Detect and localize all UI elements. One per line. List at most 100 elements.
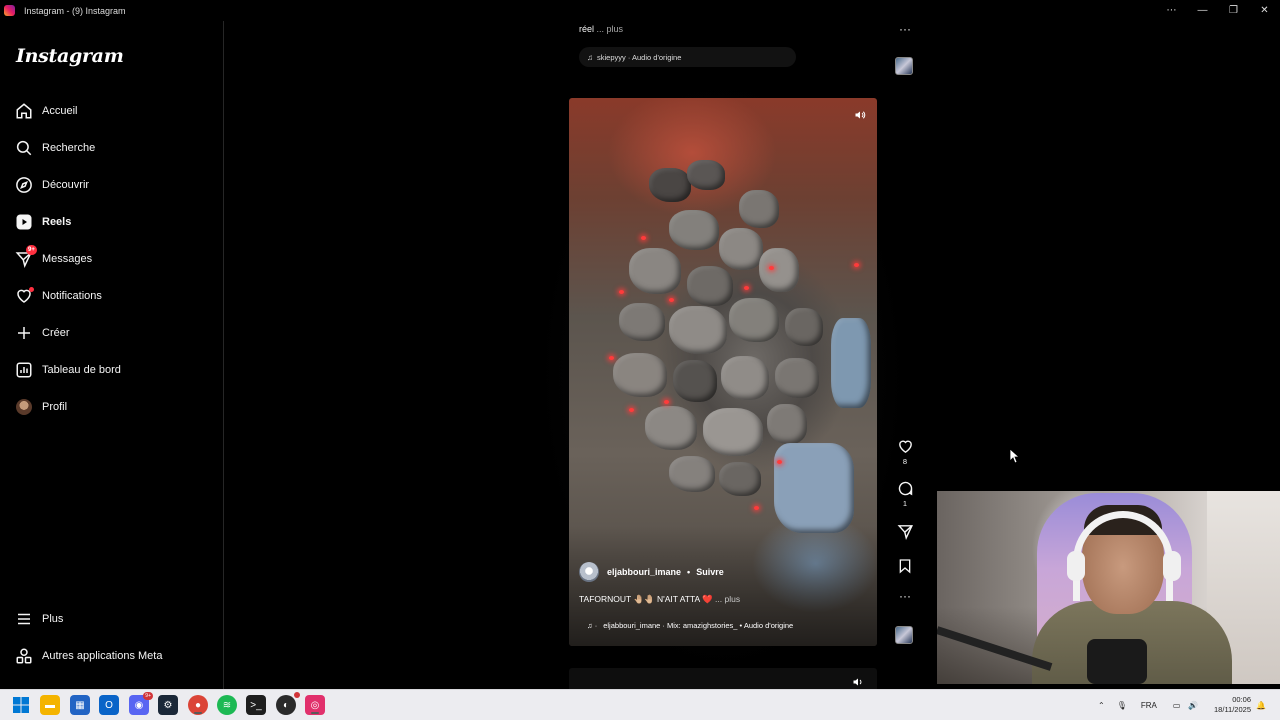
- sidebar-item-label: Recherche: [42, 142, 96, 154]
- window-titlebar: Instagram - (9) Instagram ⋯ — ❐ ✕: [0, 0, 1280, 21]
- volume-icon[interactable]: [851, 106, 869, 124]
- language-indicator[interactable]: FRA: [1141, 701, 1157, 710]
- speaker-icon[interactable]: 🔊: [1188, 701, 1198, 710]
- sidebar-item-label: Tableau de bord: [42, 364, 121, 376]
- previous-post-caption: réel ... plus: [579, 24, 623, 34]
- like-heart-icon[interactable]: [894, 435, 916, 457]
- terminal-icon[interactable]: >_: [246, 695, 266, 715]
- sidebar-item-accueil[interactable]: Accueil: [12, 95, 212, 127]
- tray-overflow-icon[interactable]: ⌃: [1098, 701, 1105, 710]
- sidebar-item-decouvrir[interactable]: Découvrir: [12, 169, 212, 201]
- messenger-icon: 9+: [12, 245, 37, 271]
- window-title: Instagram - (9) Instagram: [24, 5, 126, 16]
- heart-icon: [12, 284, 36, 308]
- like-action: 8: [894, 435, 916, 466]
- reel-caption: TAFORNOUT 🤚🏼🤚🏼 N'AIT ATTA ❤️ ... plus: [579, 594, 740, 605]
- bookmark-icon[interactable]: [894, 555, 916, 577]
- reel-caption-text: TAFORNOUT 🤚🏼🤚🏼 N'AIT ATTA ❤️: [579, 594, 713, 604]
- steam-icon[interactable]: ⚙: [158, 695, 178, 715]
- previous-post-audio-thumbnail[interactable]: [895, 57, 913, 75]
- clock-time: 00:06: [1232, 695, 1251, 704]
- window-close-button[interactable]: ✕: [1249, 0, 1280, 21]
- music-note-icon: ♫: [587, 52, 593, 62]
- notification-center-icon[interactable]: 🔔: [1256, 690, 1266, 720]
- chrome-icon[interactable]: ●: [188, 695, 208, 715]
- sidebar-item-label: Notifications: [42, 290, 102, 302]
- reels-icon: [12, 210, 36, 234]
- sidebar-item-reels[interactable]: Reels: [12, 206, 212, 238]
- sidebar-item-label: Découvrir: [42, 179, 90, 191]
- reel-separator: •: [687, 567, 691, 577]
- spotify-icon[interactable]: ≋: [217, 695, 237, 715]
- previous-post-caption-text: réel: [579, 24, 595, 34]
- previous-post-audio-label: skiepyyy · Audio d'origine: [597, 52, 682, 62]
- outlook-icon[interactable]: O: [99, 695, 119, 715]
- sidebar-item-label: Messages: [42, 253, 93, 265]
- window-minimize-button[interactable]: —: [1187, 0, 1218, 21]
- search-icon: [12, 136, 36, 160]
- comment-count: 1: [902, 499, 908, 508]
- dashboard-icon: [12, 358, 36, 382]
- compass-icon: [12, 173, 36, 197]
- app-icon[interactable]: ◐: [276, 692, 300, 715]
- save-action: [894, 555, 916, 577]
- home-icon: [12, 99, 36, 123]
- sidebar-item-recherche[interactable]: Recherche: [12, 132, 212, 164]
- instagram-icon[interactable]: ◎: [305, 695, 325, 715]
- sidebar-item-creer[interactable]: Créer: [12, 317, 212, 349]
- sidebar-item-label: Autres applications Meta: [42, 650, 163, 662]
- discord-badge: 9+: [143, 692, 153, 700]
- network-icon[interactable]: ▭: [1173, 701, 1181, 710]
- music-note-icon: ♫ ·: [587, 621, 598, 630]
- comment-icon[interactable]: [894, 477, 916, 499]
- instagram-logo[interactable]: Instagram: [16, 45, 124, 67]
- sidebar-item-label: Plus: [42, 613, 64, 625]
- meta-apps-icon: [12, 644, 36, 668]
- sidebar-item-label: Créer: [42, 327, 70, 339]
- sidebar: Instagram Accueil Recherche Découvrir Re…: [0, 21, 224, 689]
- reel-username[interactable]: eljabbouri_imane: [607, 567, 681, 577]
- instagram-app-icon: [4, 5, 15, 16]
- like-count: 8: [902, 457, 908, 466]
- sidebar-item-plus[interactable]: Plus: [12, 603, 212, 635]
- share-icon[interactable]: [894, 520, 916, 542]
- reel-caption-more-link[interactable]: ... plus: [715, 594, 740, 604]
- microphone-icon[interactable]: 🎙: [1117, 701, 1127, 710]
- reel-audio-thumbnail[interactable]: [895, 626, 913, 644]
- reel-author: eljabbouri_imane • Suivre: [579, 562, 724, 582]
- sidebar-item-notifications[interactable]: Notifications: [12, 280, 212, 312]
- sidebar-item-label: Reels: [42, 216, 72, 228]
- windows-taskbar: ▬ ▦ O ◉ 9+ ⚙ ● ≋ >_ ◐ ◎ ⌃ 🎙 FRA ▭ 🔊 00:06…: [0, 689, 1280, 720]
- system-clock[interactable]: 00:06 18/11/2025: [1214, 695, 1251, 715]
- store-icon[interactable]: ▦: [70, 695, 90, 715]
- system-tray: ⌃ 🎙 FRA ▭ 🔊: [1098, 690, 1198, 720]
- reel-video[interactable]: eljabbouri_imane • Suivre TAFORNOUT 🤚🏼🤚🏼…: [569, 98, 877, 646]
- avatar-icon: [12, 395, 36, 419]
- plus-icon: [12, 321, 36, 345]
- previous-post-more-options-icon[interactable]: ···: [896, 22, 914, 38]
- reel-author-avatar[interactable]: [579, 562, 599, 582]
- window-restore-button[interactable]: ❐: [1218, 0, 1249, 21]
- previous-post-more-link[interactable]: ... plus: [597, 24, 624, 34]
- window-more-button[interactable]: ⋯: [1156, 0, 1187, 21]
- reel-audio-label: eljabbouri_imane · Mix: amazighstories_ …: [603, 621, 794, 630]
- sidebar-item-label: Profil: [42, 401, 68, 413]
- previous-post-audio[interactable]: ♫ skiepyyy · Audio d'origine: [579, 47, 796, 67]
- menu-icon: [12, 607, 36, 631]
- more-options-icon[interactable]: ···: [894, 589, 916, 603]
- discord-icon[interactable]: ◉ 9+: [129, 692, 153, 715]
- app-badge: [294, 692, 300, 698]
- file-explorer-icon[interactable]: ▬: [40, 695, 60, 715]
- reel-audio[interactable]: ♫ · eljabbouri_imane · Mix: amazighstori…: [587, 621, 793, 630]
- windows-start-icon[interactable]: [11, 695, 31, 715]
- messages-badge: 9+: [26, 245, 37, 255]
- sidebar-item-label: Accueil: [42, 105, 78, 117]
- follow-button[interactable]: Suivre: [696, 567, 724, 577]
- clock-date: 18/11/2025: [1214, 705, 1251, 714]
- sidebar-item-tableau-de-bord[interactable]: Tableau de bord: [12, 354, 212, 386]
- sidebar-item-messages[interactable]: 9+ Messages: [12, 243, 212, 275]
- sidebar-item-profil[interactable]: Profil: [12, 391, 212, 423]
- sidebar-item-autres-applications-meta[interactable]: Autres applications Meta: [12, 640, 212, 672]
- next-reel-preview[interactable]: [569, 668, 877, 689]
- webcam-overlay: [937, 491, 1280, 684]
